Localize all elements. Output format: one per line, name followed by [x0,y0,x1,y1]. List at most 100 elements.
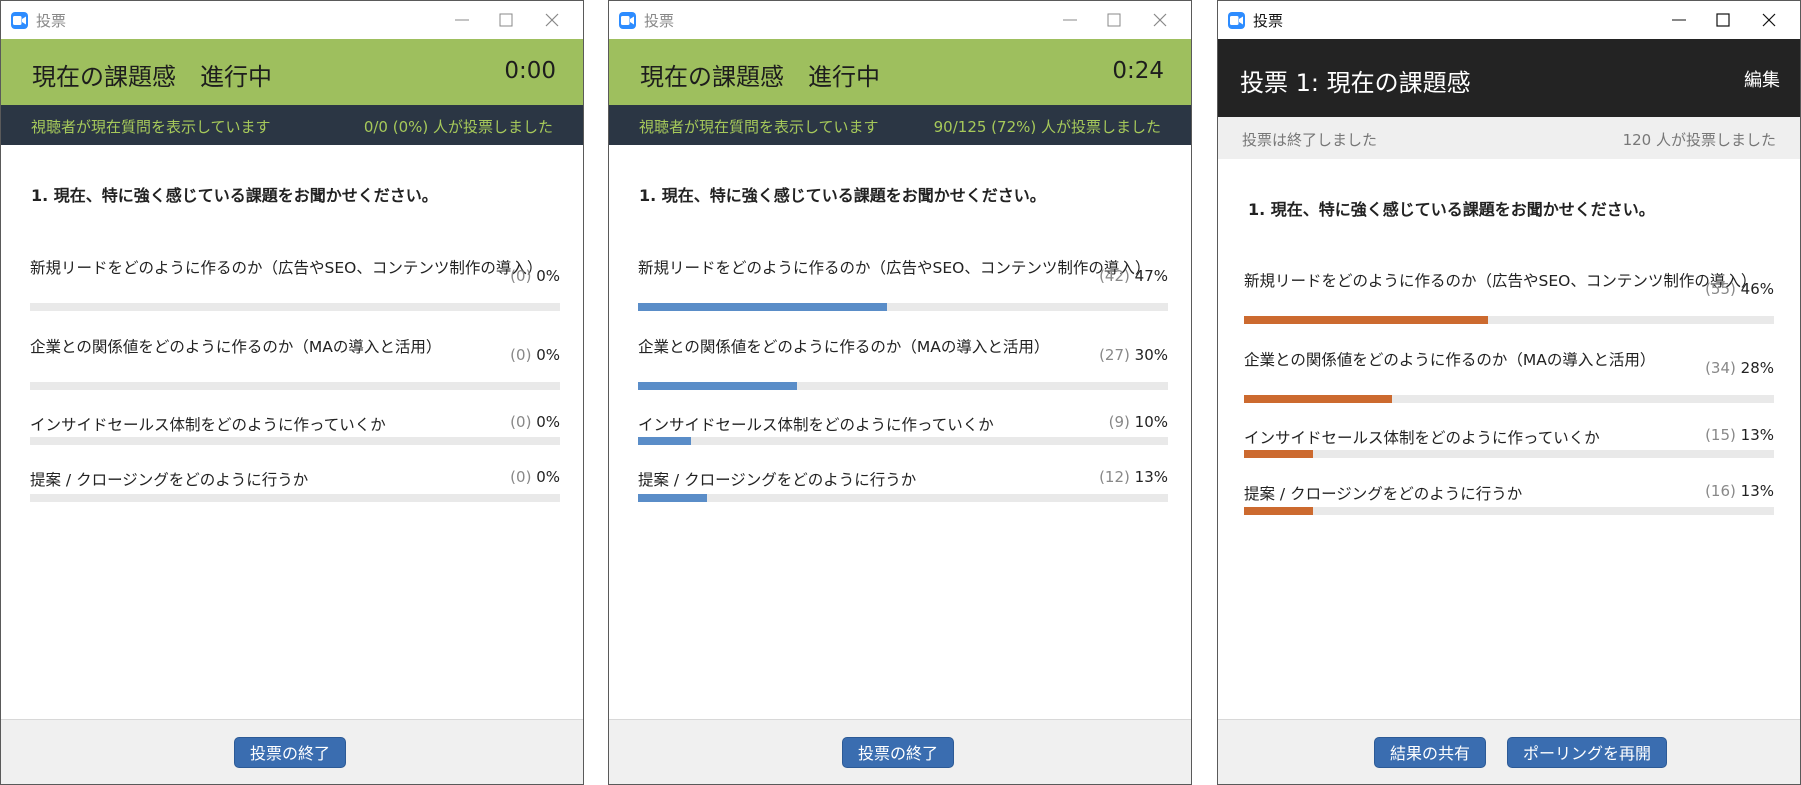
window-title: 投票 [644,12,675,30]
option-percent: 13% [1134,468,1168,486]
maximize-icon[interactable] [1093,4,1135,36]
option-count: (9) [1108,413,1130,431]
status-vote-count: 90/125 (72%) 人が投票しました [933,118,1161,136]
result-bar-track [638,303,1168,311]
option-label: 企業との関係値をどのように作るのか（MAの導入と活用） [1244,351,1656,369]
end-poll-button[interactable]: 投票の終了 [842,737,955,768]
option-result: (0) 0% [510,413,560,431]
option-result: (42) 47% [1099,267,1168,285]
maximize-icon[interactable] [1702,4,1744,36]
result-bar-track [638,494,1168,502]
option-row: 提案 / クロージングをどのように行うか (16) 13% [1244,482,1774,542]
option-percent: 46% [1740,280,1774,298]
question-text: 1. 現在、特に強く感じている課題をお聞かせください。 [1248,200,1655,219]
share-results-button[interactable]: 結果の共有 [1374,737,1487,768]
option-row: 新規リードをどのように作るのか（広告やSEO、コンテンツ制作の導入） (0) 0… [30,256,560,316]
edit-link[interactable]: 編集 [1744,66,1780,92]
poll-window-2: 投票 現在の課題感 進行中 0:24 視聴者が現在質問を表示しています 90/1… [608,0,1192,785]
poll-header: 投票 1: 現在の課題感 編集 [1218,39,1800,117]
close-icon[interactable] [531,4,573,36]
option-row: 企業との関係値をどのように作るのか（MAの導入と活用） (27) 30% [638,335,1168,395]
result-bar-fill [638,382,797,390]
option-label: 新規リードをどのように作るのか（広告やSEO、コンテンツ制作の導入） [638,259,1151,277]
option-result: (0) 0% [510,346,560,364]
option-result: (15) 13% [1705,426,1774,444]
poll-title: 現在の課題感 進行中 [32,63,272,91]
result-bar-fill [1244,507,1313,515]
poll-header: 現在の課題感 進行中 0:24 [609,39,1191,105]
option-row: インサイドセールス体制をどのように作っていくか (9) 10% [638,413,1168,473]
option-row: 提案 / クロージングをどのように行うか (0) 0% [30,468,560,528]
close-icon[interactable] [1748,4,1790,36]
option-row: 企業との関係値をどのように作るのか（MAの導入と活用） (0) 0% [30,335,560,395]
question-text: 1. 現在、特に強く感じている課題をお聞かせください。 [31,186,438,205]
option-percent: 0% [536,468,560,486]
status-vote-count: 120 人が投票しました [1622,131,1776,149]
end-poll-button[interactable]: 投票の終了 [234,737,347,768]
minimize-icon[interactable] [1049,4,1091,36]
result-bar-track [1244,507,1774,515]
status-bar: 投票は終了しました 120 人が投票しました [1218,117,1800,159]
title-bar: 投票 [1,1,583,39]
status-bar: 視聴者が現在質問を表示しています 0/0 (0%) 人が投票しました [1,105,583,145]
window-title: 投票 [36,12,67,30]
result-bar-track [30,382,560,390]
zoom-camera-icon [1228,12,1245,29]
option-count: (27) [1099,346,1130,364]
minimize-icon[interactable] [1658,4,1700,36]
title-bar: 投票 [609,1,1191,39]
footer: 結果の共有 ポーリングを再開 [1218,719,1800,784]
option-label: 新規リードをどのように作るのか（広告やSEO、コンテンツ制作の導入） [30,259,543,277]
poll-title: 現在の課題感 進行中 [640,63,880,91]
result-bar-fill [638,494,707,502]
status-vote-count: 0/0 (0%) 人が投票しました [363,118,553,136]
status-viewing: 視聴者が現在質問を表示しています [639,118,879,136]
option-result: (9) 10% [1109,413,1168,431]
zoom-camera-icon [11,12,28,29]
footer: 投票の終了 [609,719,1191,784]
option-percent: 30% [1134,346,1168,364]
option-percent: 47% [1134,267,1168,285]
option-label: 新規リードをどのように作るのか（広告やSEO、コンテンツ制作の導入） [1244,272,1757,290]
option-label: インサイドセールス体制をどのように作っていくか [30,416,386,434]
maximize-icon[interactable] [485,4,527,36]
option-percent: 28% [1740,359,1774,377]
option-result: (0) 0% [510,468,560,486]
option-label: 提案 / クロージングをどのように行うか [30,471,309,489]
option-label: 企業との関係値をどのように作るのか（MAの導入と活用） [638,338,1050,356]
option-count: (34) [1705,359,1736,377]
option-count: (16) [1705,482,1736,500]
result-bar-track [30,494,560,502]
option-label: 提案 / クロージングをどのように行うか [638,471,917,489]
zoom-camera-icon [619,12,636,29]
option-result: (34) 28% [1705,359,1774,377]
option-percent: 0% [536,413,560,431]
question-text: 1. 現在、特に強く感じている課題をお聞かせください。 [639,186,1046,205]
option-row: 提案 / クロージングをどのように行うか (12) 13% [638,468,1168,528]
status-viewing: 視聴者が現在質問を表示しています [31,118,271,136]
result-bar-fill [638,303,888,311]
result-bar-track [30,303,560,311]
option-percent: 13% [1740,482,1774,500]
minimize-icon[interactable] [441,4,483,36]
option-label: 企業との関係値をどのように作るのか（MAの導入と活用） [30,338,442,356]
option-count: (15) [1705,426,1736,444]
option-row: 企業との関係値をどのように作るのか（MAの導入と活用） (34) 28% [1244,348,1774,408]
option-label: インサイドセールス体制をどのように作っていくか [638,416,994,434]
result-bar-track [638,382,1168,390]
option-row: 新規リードをどのように作るのか（広告やSEO、コンテンツ制作の導入） (42) … [638,256,1168,316]
result-bar-fill [638,437,691,445]
option-label: インサイドセールス体制をどのように作っていくか [1244,429,1600,447]
option-percent: 13% [1740,426,1774,444]
result-bar-track [638,437,1168,445]
poll-window-1: 投票 現在の課題感 進行中 0:00 視聴者が現在質問を表示しています 0/0 … [0,0,584,785]
result-bar-track [1244,395,1774,403]
option-count: (0) [510,346,532,364]
poll-window-3: 投票 投票 1: 現在の課題感 編集 投票は終了しました 120 人が投票しまし… [1217,0,1801,785]
restart-poll-button[interactable]: ポーリングを再開 [1507,737,1668,768]
option-result: (12) 13% [1099,468,1168,486]
close-icon[interactable] [1139,4,1181,36]
status-ended: 投票は終了しました [1242,131,1378,149]
option-count: (12) [1099,468,1130,486]
option-row: 新規リードをどのように作るのか（広告やSEO、コンテンツ制作の導入） (55) … [1244,269,1774,329]
